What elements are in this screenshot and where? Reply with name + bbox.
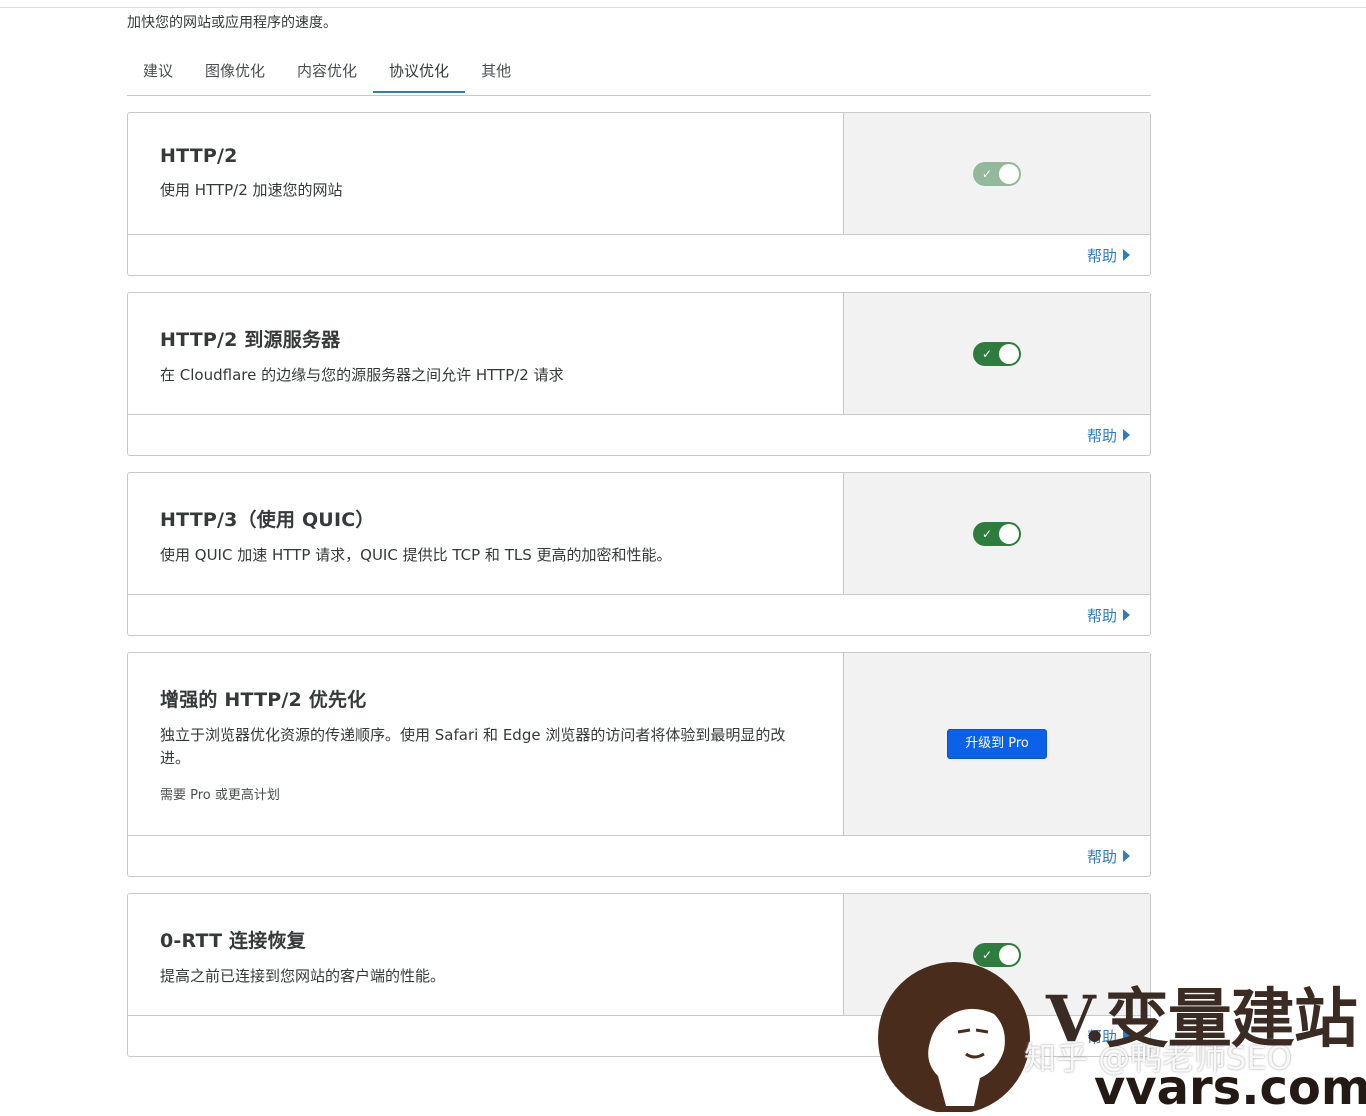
- card-title: HTTP/3（使用 QUIC）: [160, 509, 375, 531]
- setting-card-http2: HTTP/2 使用 HTTP/2 加速您的网站 ✓ 帮助: [127, 112, 1151, 276]
- tab-suggestions[interactable]: 建议: [127, 52, 189, 93]
- tab-other[interactable]: 其他: [465, 52, 527, 93]
- card-description: 使用 HTTP/2 加速您的网站: [160, 181, 343, 199]
- toggle-knob: [999, 163, 1019, 184]
- card-title: HTTP/2 到源服务器: [160, 329, 341, 351]
- toggle-knob: [999, 343, 1019, 364]
- card-title: 0-RTT 连接恢复: [160, 930, 306, 952]
- help-label: 帮助: [1086, 847, 1117, 866]
- watermark-brand: V.变量建站: [1046, 982, 1358, 1057]
- http3-toggle[interactable]: ✓: [973, 521, 1021, 546]
- caret-right-icon: [1123, 429, 1130, 441]
- help-label: 帮助: [1086, 246, 1117, 265]
- toggle-knob: [999, 523, 1019, 544]
- setting-card-http3: HTTP/3（使用 QUIC） 使用 QUIC 加速 HTTP 请求，QUIC …: [127, 472, 1151, 636]
- plan-requirement-note: 需要 Pro 或更高计划: [160, 788, 280, 803]
- page-intro: 加快您的网站或应用程序的速度。: [127, 15, 337, 31]
- control-panel: ✓: [843, 473, 1150, 594]
- help-link[interactable]: 帮助: [1087, 846, 1130, 867]
- check-icon: ✓: [982, 346, 993, 361]
- help-link[interactable]: 帮助: [1087, 605, 1130, 626]
- help-label: 帮助: [1086, 606, 1117, 625]
- control-panel: 升级到 Pro: [843, 653, 1150, 835]
- card-title: HTTP/2: [160, 145, 238, 167]
- card-description: 在 Cloudflare 的边缘与您的源服务器之间允许 HTTP/2 请求: [160, 366, 564, 384]
- http2-toggle[interactable]: ✓: [973, 161, 1021, 186]
- control-panel: ✓: [843, 113, 1150, 234]
- setting-card-http2-prioritization: 增强的 HTTP/2 优先化 独立于浏览器优化资源的传递顺序。使用 Safari…: [127, 652, 1151, 877]
- help-link[interactable]: 帮助: [1087, 245, 1130, 266]
- tab-content-optimization[interactable]: 内容优化: [281, 52, 373, 93]
- card-description: 独立于浏览器优化资源的传递顺序。使用 Safari 和 Edge 浏览器的访问者…: [160, 726, 786, 767]
- card-description: 提高之前已连接到您网站的客户端的性能。: [160, 967, 446, 985]
- check-icon: ✓: [982, 166, 993, 181]
- check-icon: ✓: [982, 526, 993, 541]
- tab-protocol-optimization[interactable]: 协议优化: [373, 52, 466, 93]
- http2-origin-toggle[interactable]: ✓: [973, 341, 1021, 366]
- control-panel: ✓: [843, 293, 1150, 414]
- upgrade-to-pro-button[interactable]: 升级到 Pro: [947, 729, 1047, 759]
- setting-card-http2-origin: HTTP/2 到源服务器 在 Cloudflare 的边缘与您的源服务器之间允许…: [127, 292, 1151, 456]
- card-title: 增强的 HTTP/2 优先化: [160, 689, 367, 711]
- caret-right-icon: [1123, 249, 1130, 261]
- help-label: 帮助: [1086, 426, 1117, 445]
- caret-right-icon: [1123, 609, 1130, 621]
- caret-right-icon: [1123, 850, 1130, 862]
- tab-image-optimization[interactable]: 图像优化: [189, 52, 281, 93]
- tab-bar: 建议 图像优化 内容优化 协议优化 其他: [127, 52, 1151, 96]
- top-divider: [0, 0, 1366, 8]
- card-description: 使用 QUIC 加速 HTTP 请求，QUIC 提供比 TCP 和 TLS 更高…: [160, 546, 672, 564]
- help-link[interactable]: 帮助: [1087, 425, 1130, 446]
- watermark-url: vvars.com: [1094, 1060, 1366, 1116]
